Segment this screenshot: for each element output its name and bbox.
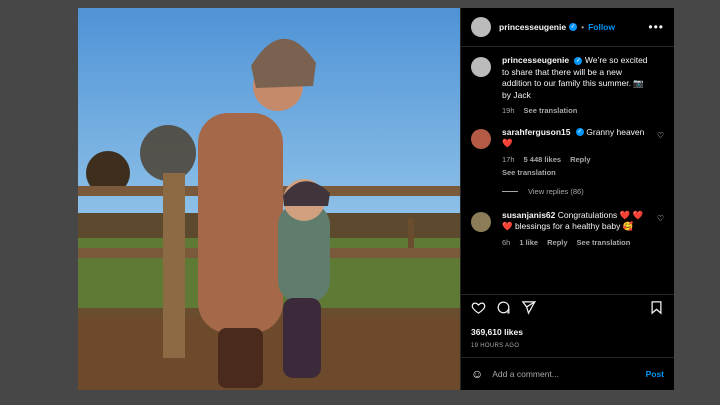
comment-icon[interactable] [496, 300, 511, 320]
comment-likes[interactable]: 5 448 likes [524, 154, 562, 166]
view-replies-button[interactable]: View replies (86) [502, 187, 664, 196]
see-translation-button[interactable]: See translation [524, 105, 578, 117]
commenter-avatar[interactable] [471, 211, 491, 232]
post-time: 19 HOURS AGO [471, 343, 520, 349]
caption-time: 19h [502, 106, 515, 115]
separator-dot: • [581, 22, 585, 32]
follow-button[interactable]: Follow [588, 22, 615, 32]
comment-body: susanjanis62 Congratulations ❤️ ❤️ ❤️ bl… [502, 210, 652, 249]
comment-likes[interactable]: 1 like [519, 237, 538, 249]
reply-button[interactable]: Reply [547, 237, 567, 249]
see-translation-button[interactable]: See translation [577, 237, 631, 249]
caption-meta: 19h See translation [502, 105, 652, 117]
author-avatar[interactable] [471, 57, 491, 77]
add-comment-bar: ☺ Add a comment... Post [461, 357, 674, 390]
comment-item: sarahferguson15 ✓ Granny heaven ❤️ 17h 5… [471, 127, 664, 179]
photo-illustration [78, 8, 460, 390]
verified-icon: ✓ [575, 128, 584, 137]
heart-icon[interactable] [471, 300, 486, 320]
comment-username[interactable]: susanjanis62 [502, 210, 555, 220]
replies-divider [502, 190, 518, 192]
post-photo[interactable] [78, 8, 460, 390]
see-translation-button[interactable]: See translation [502, 167, 556, 179]
comments-list: princesseugenie ✓ We’re so excited to sh… [461, 55, 674, 294]
comment-time: 17h [502, 154, 515, 164]
caption-username[interactable]: princesseugenie [502, 55, 569, 65]
view-replies-label: View replies (86) [528, 186, 584, 196]
commenter-avatar[interactable] [471, 128, 491, 149]
more-icon[interactable]: ••• [648, 20, 664, 34]
post-side-panel: princesseugenie ✓ • Follow ••• princesse… [460, 8, 674, 390]
caption-item: princesseugenie ✓ We’re so excited to sh… [471, 55, 664, 117]
verified-icon: ✓ [574, 56, 583, 65]
comment-like-icon[interactable]: ♡ [657, 214, 664, 223]
post-comment-button[interactable]: Post [646, 369, 664, 379]
comment-item: susanjanis62 Congratulations ❤️ ❤️ ❤️ bl… [471, 210, 664, 249]
verified-icon: ✓ [569, 23, 578, 31]
emoji-icon[interactable]: ☺ [471, 367, 483, 381]
action-icons [471, 295, 664, 325]
comment-like-icon[interactable]: ♡ [657, 131, 664, 140]
comment-meta-secondary: See translation [502, 167, 652, 179]
comment-time: 6h [502, 237, 511, 247]
author-avatar[interactable] [471, 17, 491, 37]
comment-username[interactable]: sarahferguson15 [502, 127, 571, 137]
comment-meta: 17h 5 448 likes Reply [502, 154, 652, 166]
caption-body: princesseugenie ✓ We’re so excited to sh… [502, 55, 652, 117]
author-username[interactable]: princesseugenie [499, 22, 566, 32]
comment-body: sarahferguson15 ✓ Granny heaven ❤️ 17h 5… [502, 127, 652, 179]
post-modal: princesseugenie ✓ • Follow ••• princesse… [78, 8, 674, 390]
post-header: princesseugenie ✓ • Follow ••• [461, 8, 674, 47]
likes-count[interactable]: 369,610 likes [471, 327, 664, 337]
bookmark-icon[interactable] [649, 300, 664, 320]
share-icon[interactable] [521, 300, 537, 320]
add-comment-input[interactable]: Add a comment... [492, 369, 559, 379]
reply-button[interactable]: Reply [570, 154, 590, 166]
post-actions: 369,610 likes 19 HOURS AGO [461, 294, 674, 349]
comment-meta: 6h 1 like Reply See translation [502, 237, 652, 249]
